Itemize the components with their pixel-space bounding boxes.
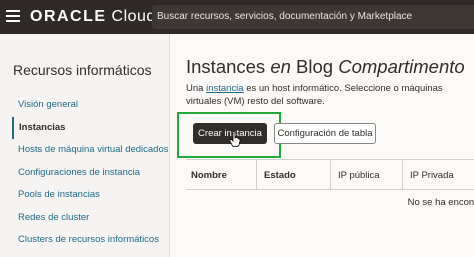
- menu-icon[interactable]: [6, 10, 20, 22]
- column-divider: [256, 160, 257, 190]
- sidebar-item-configuraciones[interactable]: Configuraciones de instancia: [12, 162, 170, 185]
- logo-brand: ORACLE: [30, 8, 107, 25]
- sidebar-title: Recursos informáticos: [13, 62, 152, 78]
- search-input[interactable]: Buscar recursos, servicios, documentació…: [152, 5, 474, 29]
- sidebar-item-pools[interactable]: Pools de instancias: [12, 184, 170, 207]
- sidebar: Recursos informáticos Visión general Ins…: [0, 34, 170, 257]
- column-estado[interactable]: Estado: [264, 170, 296, 181]
- table-settings-button[interactable]: Configuración de tabla: [274, 123, 376, 144]
- main-content: Instances en Blog Compartimento Una inst…: [171, 34, 474, 257]
- column-ip-publica[interactable]: IP pública: [338, 170, 380, 181]
- title-compartimento: Compartimento: [338, 56, 465, 77]
- top-bar: ORACLE Cloud Buscar recursos, servicios,…: [0, 0, 474, 34]
- sidebar-item-redes-cluster[interactable]: Redes de cluster: [12, 207, 170, 230]
- sidebar-item-hosts-dedicados[interactable]: Hosts de máquina virtual dedicados: [12, 139, 170, 162]
- table-header: Nombre Estado IP pública IP Privada: [186, 160, 474, 190]
- oracle-cloud-logo[interactable]: ORACLE Cloud: [30, 8, 156, 26]
- sidebar-item-clusters[interactable]: Clusters de recursos informáticos: [12, 229, 170, 252]
- instances-table: Nombre Estado IP pública IP Privada No s…: [186, 159, 474, 208]
- search-placeholder: Buscar recursos, servicios, documentació…: [157, 11, 413, 22]
- column-ip-privada[interactable]: IP Privada: [410, 170, 454, 181]
- sidebar-item-vision-general[interactable]: Visión general: [12, 94, 170, 117]
- column-divider: [402, 160, 403, 190]
- title-blog: Blog: [296, 56, 334, 77]
- hand-cursor-icon: [229, 131, 241, 147]
- sidebar-nav: Visión general Instancias Hosts de máqui…: [12, 94, 170, 252]
- page-description: Una instancia es un host informático. Se…: [186, 82, 474, 108]
- page-title: Instances en Blog Compartimento: [186, 56, 465, 78]
- desc-prefix: Una: [186, 83, 204, 94]
- title-instances: Instances: [186, 56, 266, 77]
- logo-product: Cloud: [111, 8, 156, 25]
- column-nombre[interactable]: Nombre: [191, 170, 227, 181]
- column-divider: [330, 160, 331, 190]
- title-en: en: [270, 56, 291, 77]
- instancia-link[interactable]: instancia: [206, 83, 244, 94]
- sidebar-item-instancias[interactable]: Instancias: [12, 116, 170, 139]
- empty-table-message: No se ha encontr: [407, 197, 474, 208]
